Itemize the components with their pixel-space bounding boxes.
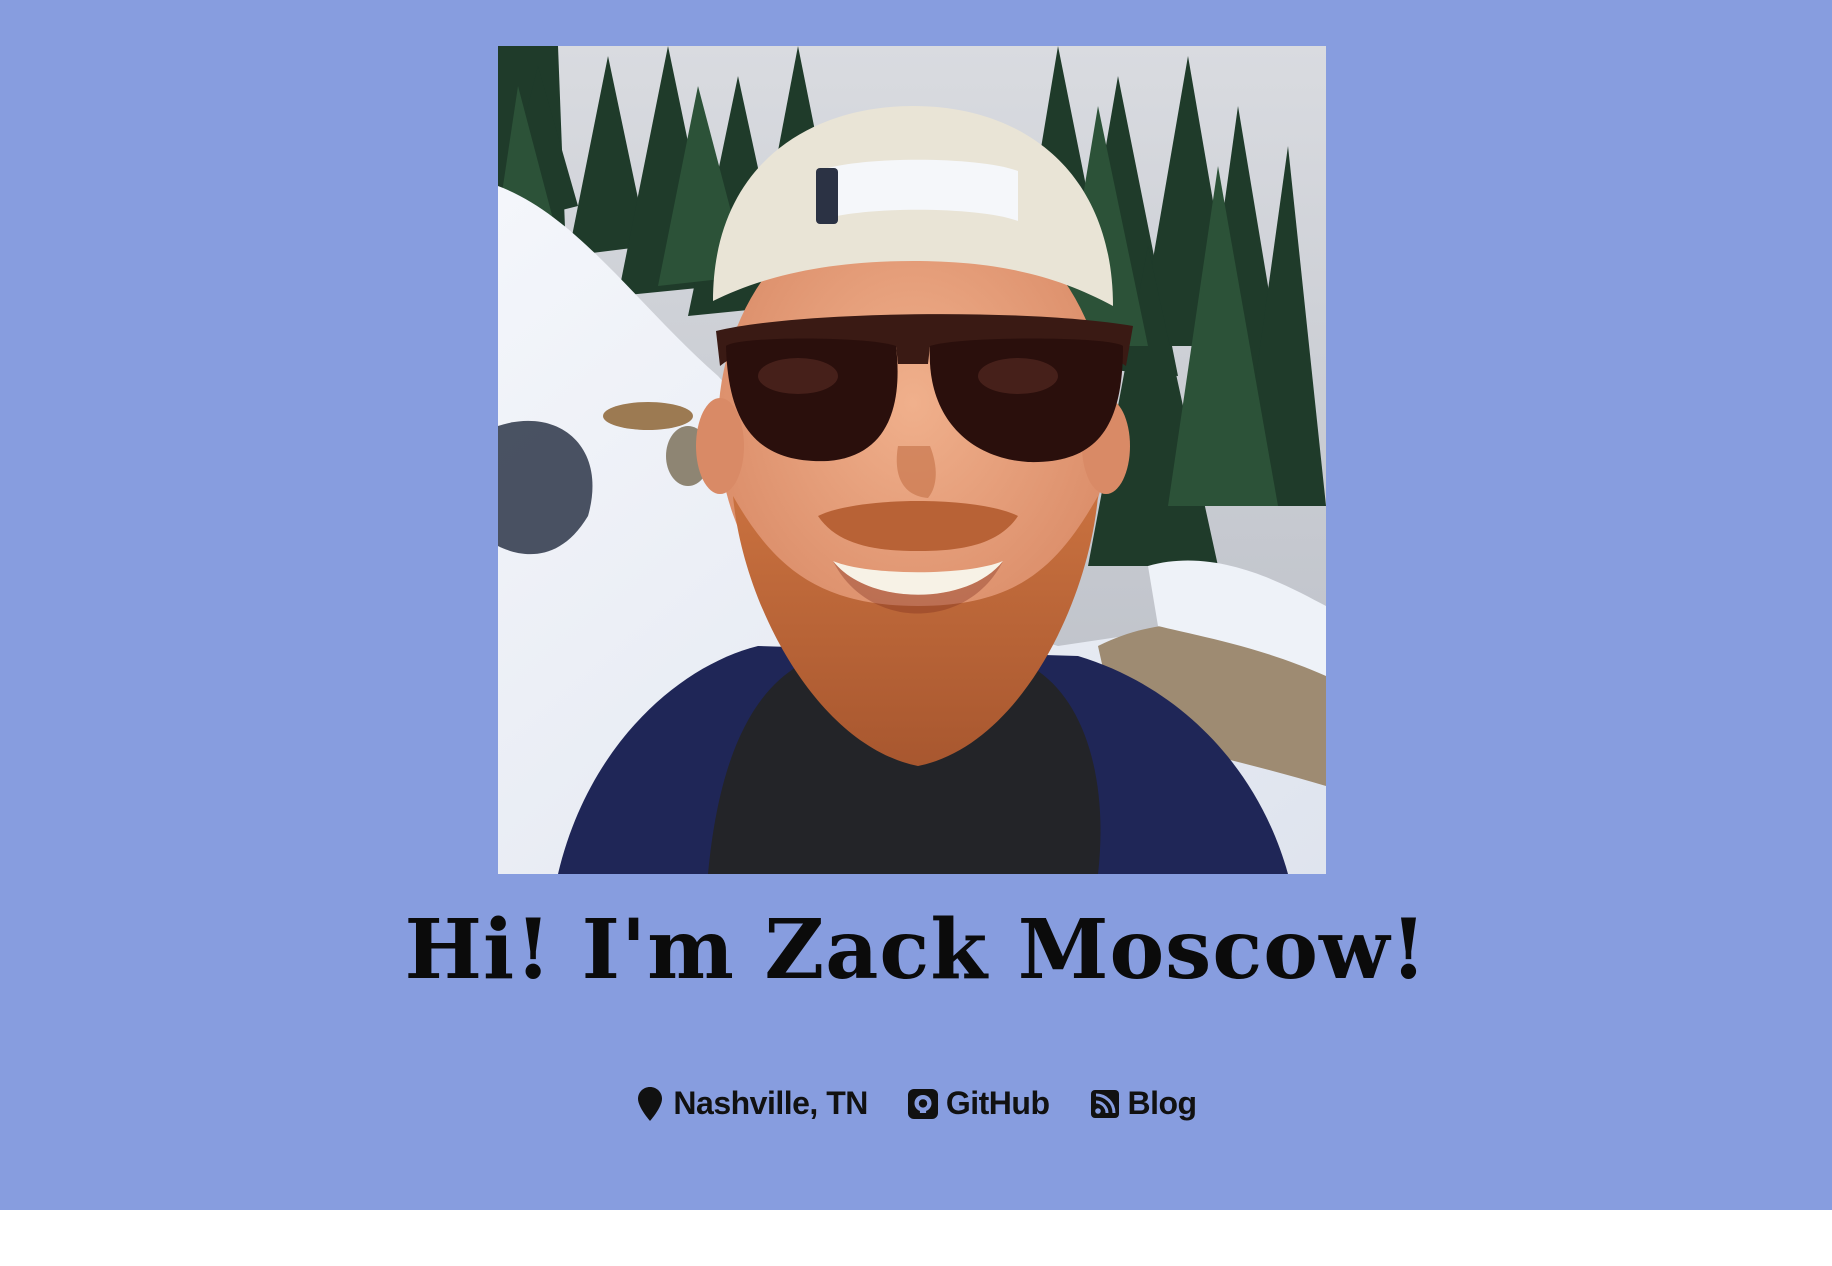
profile-links: Nashville, TN GitHub Blog [0,1085,1832,1122]
github-icon [907,1087,938,1121]
map-marker-icon [635,1086,665,1121]
profile-photo [498,46,1326,874]
rss-icon [1090,1087,1120,1121]
blog-label: Blog [1127,1085,1198,1121]
github-label: GitHub [945,1085,1050,1121]
blog-link[interactable]: Blog [1090,1085,1197,1122]
location-label: Nashville, TN [673,1085,868,1121]
location-link: Nashville, TN [635,1085,868,1122]
page-title: Hi! I'm Zack Moscow! [404,902,1428,998]
profile-photo-illustration [498,46,1326,874]
github-link[interactable]: GitHub [907,1085,1050,1122]
hero-section: Hi! I'm Zack Moscow! Nashville, TN GitHu… [0,0,1832,1210]
